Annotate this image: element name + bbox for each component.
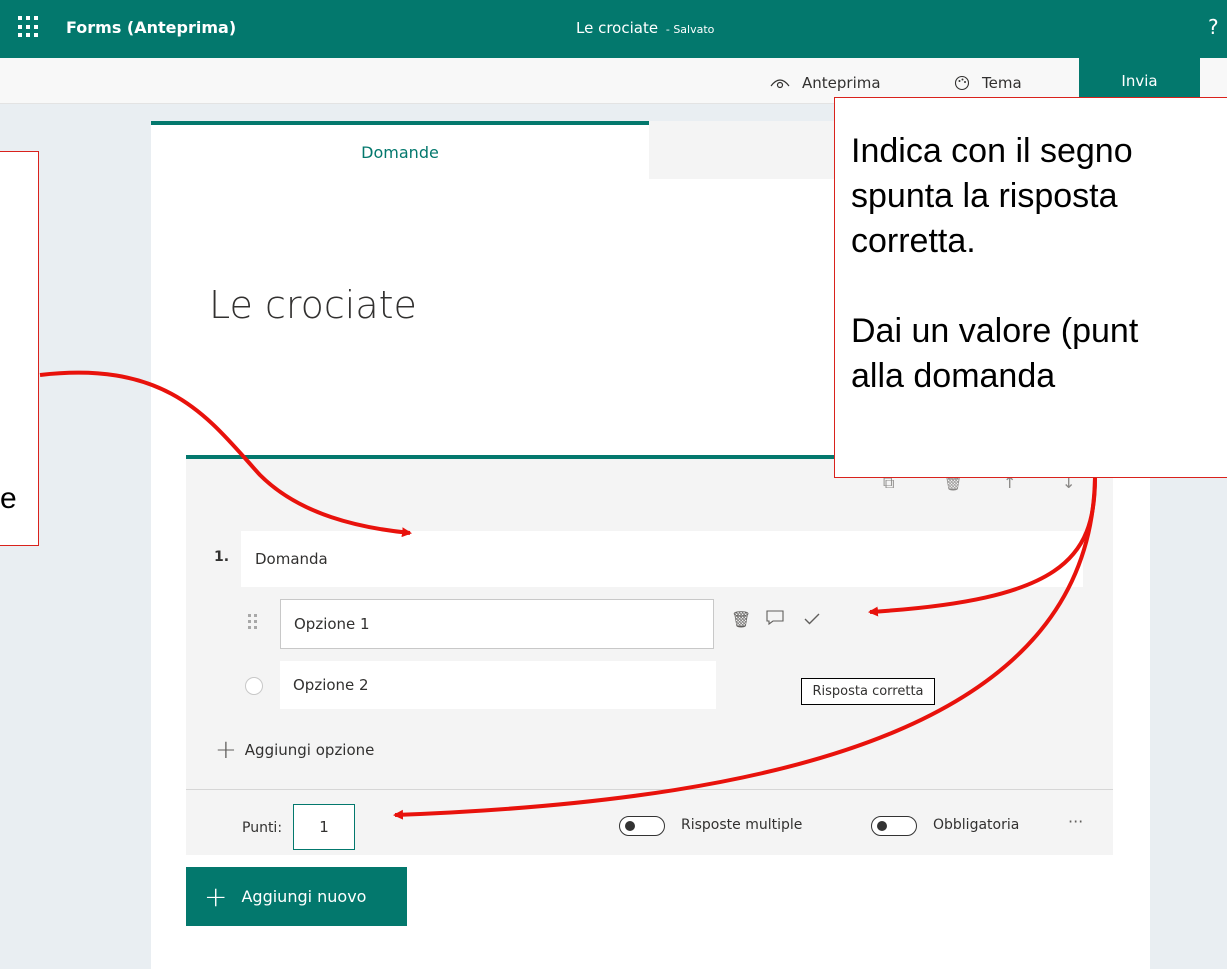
add-new-button[interactable]: + Aggiungi nuovo — [186, 867, 407, 926]
palette-icon — [954, 75, 970, 91]
annotation-callout-left: e — [0, 151, 39, 546]
theme-button[interactable]: Tema — [954, 74, 1022, 92]
multiple-answers-label: Risposte multiple — [681, 817, 803, 833]
option-2-radio[interactable] — [245, 677, 263, 695]
preview-label: Anteprima — [802, 74, 881, 92]
question-card: ⧉ 🗑 ↑ ↓ 1. Domanda Opzione 1 🗑 Opzione 2… — [186, 455, 1113, 855]
document-title: Le crociate - Salvato — [576, 19, 714, 37]
annotation-line: spunta la risposta — [851, 177, 1118, 215]
add-new-label: Aggiungi nuovo — [241, 887, 367, 906]
plus-icon: + — [204, 879, 228, 913]
add-option-button[interactable]: + Aggiungi opzione — [215, 737, 374, 763]
annotation-line: Indica con il segno — [851, 132, 1133, 170]
help-icon[interactable]: ? — [1208, 15, 1219, 39]
required-label: Obbligatoria — [933, 817, 1020, 833]
question-footer: Punti: 1 Risposte multiple Obbligatoria … — [186, 789, 1113, 855]
annotation-left-text: e — [0, 482, 17, 515]
correct-answer-check-icon[interactable] — [804, 610, 820, 629]
app-launcher-icon[interactable] — [18, 16, 40, 38]
theme-label: Tema — [982, 74, 1022, 92]
question-input[interactable]: Domanda — [241, 531, 1083, 587]
question-number: 1. — [214, 549, 230, 565]
app-name[interactable]: Forms (Anteprima) — [66, 18, 236, 37]
preview-button[interactable]: Anteprima — [770, 74, 881, 92]
more-options-icon[interactable]: ··· — [1068, 812, 1083, 831]
annotation-line: alla domanda — [851, 357, 1056, 395]
document-title-text: Le crociate — [576, 19, 659, 37]
tab-questions[interactable]: Domande — [151, 121, 649, 179]
app-header: Forms (Anteprima) Le crociate - Salvato … — [0, 0, 1227, 58]
multiple-answers-toggle[interactable] — [619, 816, 665, 836]
correct-answer-tooltip: Risposta corretta — [801, 678, 935, 705]
comment-icon[interactable] — [766, 610, 784, 630]
points-input[interactable]: 1 — [293, 804, 355, 850]
option-2-input[interactable]: Opzione 2 — [280, 661, 716, 709]
eye-icon — [770, 79, 790, 89]
annotation-line: corretta. — [851, 222, 976, 260]
annotation-callout-right: Indica con il segno spunta la risposta c… — [834, 97, 1227, 478]
required-toggle[interactable] — [871, 816, 917, 836]
points-label: Punti: — [242, 820, 283, 836]
add-option-label: Aggiungi opzione — [244, 741, 375, 759]
option-1-input[interactable]: Opzione 1 — [280, 599, 714, 649]
annotation-line: Dai un valore (punt — [851, 312, 1139, 350]
plus-icon: + — [215, 735, 237, 765]
form-title[interactable]: Le crociate — [209, 283, 417, 327]
save-status: - Salvato — [665, 23, 715, 36]
delete-option-icon[interactable]: 🗑 — [731, 610, 751, 629]
drag-handle-icon[interactable] — [248, 614, 257, 629]
